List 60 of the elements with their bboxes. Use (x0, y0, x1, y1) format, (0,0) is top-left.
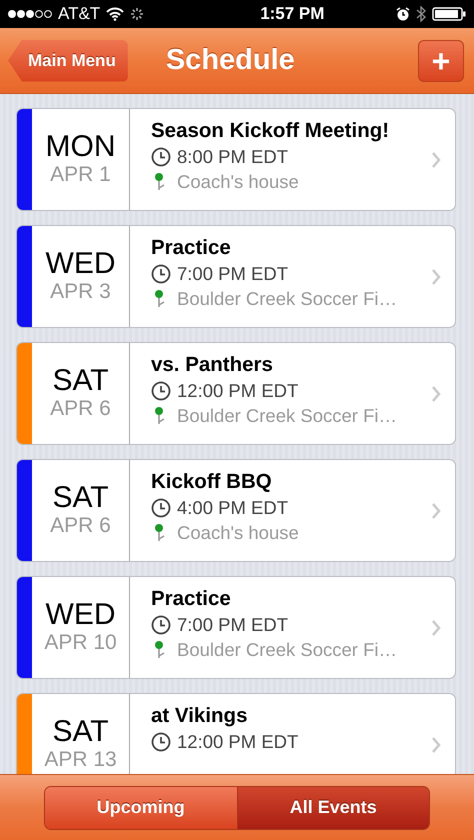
add-button[interactable]: + (418, 40, 464, 82)
chevron-icon (431, 618, 441, 636)
weekday-label: SAT (52, 364, 109, 398)
event-location: Boulder Creek Soccer Fi… (177, 639, 398, 661)
event-title: Kickoff BBQ (151, 470, 273, 494)
event-location: Coach's house (177, 522, 299, 544)
event-title: vs. Panthers (151, 353, 274, 377)
clock-icon (151, 147, 171, 167)
date-label: APR 13 (44, 748, 117, 772)
event-time: 4:00 PM EDT (177, 497, 288, 519)
date-label: APR 6 (50, 397, 111, 421)
screen-title: Schedule (166, 44, 296, 77)
event-location: Boulder Creek Soccer Fi… (177, 405, 398, 427)
event-title: Season Kickoff Meeting! (151, 119, 390, 143)
event-card[interactable]: SAT APR 13 at Vikings 12:00 PM EDT (16, 693, 456, 774)
event-card[interactable]: SAT APR 6 Kickoff BBQ 4:00 PM EDT Coach's house (16, 459, 456, 562)
event-card[interactable]: WED APR 10 Practice 7:00 PM EDT Boulder Creek Soccer Fi… (16, 576, 456, 679)
date-label: APR 3 (50, 280, 111, 304)
clock-icon (151, 264, 171, 284)
clock-icon (151, 615, 171, 635)
event-card[interactable]: SAT APR 6 vs. Panthers 12:00 PM EDT Boulder Creek Soccer Fi… (16, 342, 456, 445)
chevron-icon (431, 268, 441, 286)
event-card[interactable]: MON APR 1 Season Kickoff Meeting! 8:00 PM EDT Coach's house (16, 108, 456, 211)
event-title: Practice (151, 587, 232, 611)
weekday-label: MON (46, 130, 116, 164)
chevron-icon (431, 150, 441, 168)
alarm-clock-icon (396, 7, 410, 21)
activity-spinner-icon (130, 7, 144, 21)
clock-icon (151, 381, 171, 401)
signal-icon (8, 9, 52, 19)
weekday-label: SAT (52, 715, 109, 748)
weekday-label: SAT (52, 481, 109, 514)
chevron-icon (431, 736, 441, 754)
back-button[interactable]: Main Menu (8, 40, 128, 82)
filter-tab[interactable]: Upcoming (45, 786, 236, 828)
event-time: 12:00 PM EDT (177, 380, 298, 402)
date-label: APR 10 (44, 631, 117, 655)
clock-icon (151, 732, 171, 752)
clock-time: 1:57 PM (260, 4, 324, 24)
date-label: APR 1 (50, 163, 111, 187)
filter-tab[interactable]: All Events (236, 786, 429, 828)
date-label: APR 6 (50, 514, 111, 538)
event-time: 7:00 PM EDT (177, 614, 288, 636)
chevron-icon (431, 502, 441, 520)
wifi-icon (106, 7, 124, 21)
event-title: at Vikings (151, 704, 248, 728)
bluetooth-icon (416, 6, 426, 22)
chevron-icon (431, 384, 441, 402)
event-title: Practice (151, 236, 232, 260)
carrier-name: AT&T (58, 4, 100, 24)
battery-icon (432, 7, 466, 21)
event-card[interactable]: WED APR 3 Practice 7:00 PM EDT Boulder Creek Soccer Fi… (16, 225, 456, 328)
event-time: 7:00 PM EDT (177, 263, 288, 285)
event-location: Coach's house (177, 171, 299, 193)
clock-icon (151, 498, 171, 518)
event-time: 12:00 PM EDT (177, 731, 298, 753)
weekday-label: WED (46, 598, 116, 632)
event-time: 8:00 PM EDT (177, 146, 288, 168)
event-location: Boulder Creek Soccer Fi… (177, 288, 398, 310)
weekday-label: WED (46, 247, 116, 280)
